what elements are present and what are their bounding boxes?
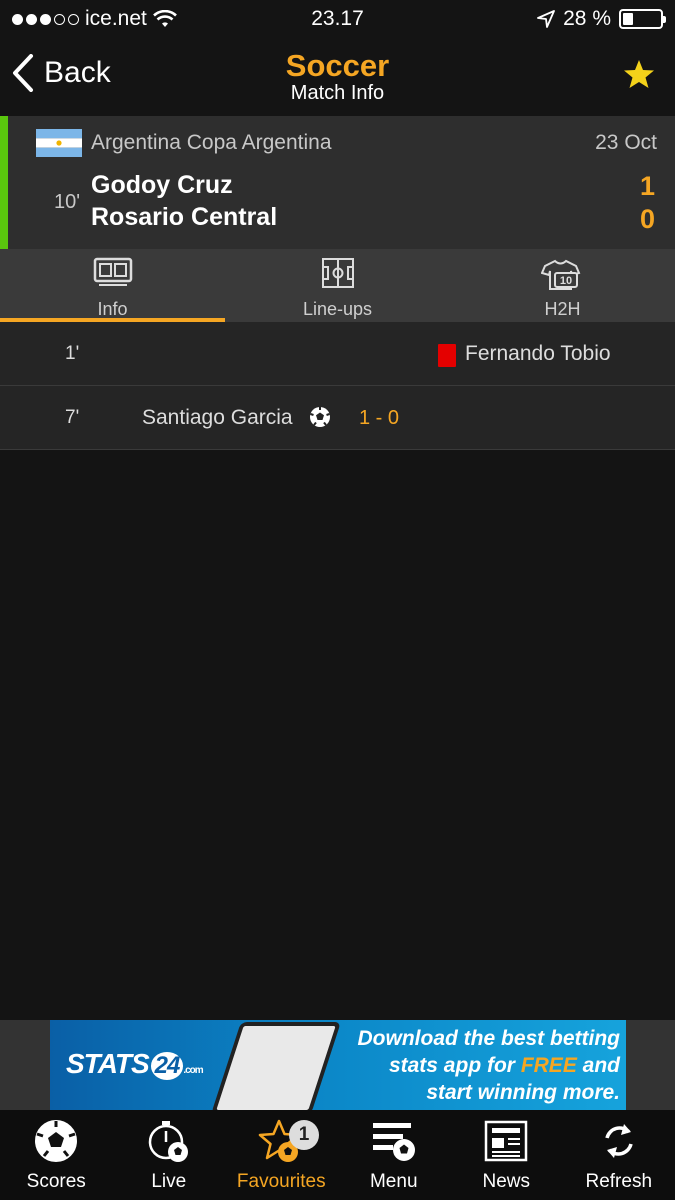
menu-ball-icon xyxy=(372,1123,415,1161)
tabbar-item-news[interactable]: News xyxy=(450,1110,563,1200)
location-arrow-icon xyxy=(537,10,556,28)
goal-score: 1 - 0 xyxy=(359,407,400,429)
navigation-bar: Back Soccer Match Info xyxy=(0,38,675,116)
live-indicator-bar xyxy=(0,116,8,249)
tab-h2h-label: H2H xyxy=(544,299,581,319)
match-date: 23 Oct xyxy=(595,131,657,154)
tabbar-label: Refresh xyxy=(585,1171,653,1192)
home-team-name: Godoy Cruz xyxy=(91,171,233,199)
match-header: Argentina Copa Argentina 23 Oct 10' Godo… xyxy=(0,116,675,249)
scoreboard-icon xyxy=(93,257,132,286)
ad-text: Download the best betting stats app for … xyxy=(320,1025,621,1106)
ad-brand-suffix: .com xyxy=(183,1065,203,1076)
stopwatch-ball-icon xyxy=(148,1121,188,1162)
refresh-icon xyxy=(605,1124,633,1158)
ad-banner[interactable]: STATS 24 .com Download the best betting st… xyxy=(0,1020,675,1110)
ad-line-2-b: and xyxy=(576,1054,620,1077)
argentina-flag-icon xyxy=(36,129,82,157)
jersey-icon: 10 xyxy=(540,257,580,290)
event-player: Santiago Garcia xyxy=(142,406,293,429)
bottom-tab-bar: Scores Live 1 Favourites Menu News Refre… xyxy=(0,1110,675,1200)
tabbar-item-refresh[interactable]: Refresh xyxy=(563,1110,675,1200)
battery-percent: 28 % xyxy=(563,7,611,30)
event-minute: 1' xyxy=(65,343,80,364)
away-score: 0 xyxy=(639,204,655,234)
tabbar-label: Menu xyxy=(369,1171,418,1192)
away-team-name: Rosario Central xyxy=(91,203,278,231)
match-events-list: 1' Fernando Tobio 7' Santiago Garcia 1 -… xyxy=(0,322,675,450)
favourites-count-badge: 1 xyxy=(289,1120,319,1150)
back-label: Back xyxy=(44,56,111,89)
tabbar-item-favourites[interactable]: 1 Favourites xyxy=(225,1110,338,1200)
tabbar-label: News xyxy=(482,1171,530,1192)
ad-banner-content[interactable]: STATS 24 .com Download the best betting st… xyxy=(50,1020,626,1110)
ad-brand-number: 24 xyxy=(150,1052,184,1080)
tab-line-ups[interactable]: Line-ups xyxy=(225,249,450,322)
ad-line-2-a: stats app for xyxy=(388,1054,521,1077)
red-card-icon xyxy=(438,344,456,367)
status-bar: ice.net 23.17 28 % xyxy=(0,0,675,38)
tab-line-ups-label: Line-ups xyxy=(302,299,373,319)
home-score: 1 xyxy=(639,171,655,201)
battery-icon xyxy=(619,9,666,29)
svg-text:10: 10 xyxy=(559,275,571,287)
tabbar-label: Favourites xyxy=(236,1171,326,1192)
tabbar-label: Scores xyxy=(26,1171,86,1192)
match-tabs: Info Line-ups 10 H2H xyxy=(0,249,675,322)
match-minute: 10' xyxy=(54,191,81,213)
event-player: Fernando Tobio xyxy=(465,342,611,365)
event-row: 1' Fernando Tobio xyxy=(0,322,675,386)
competition-name: Argentina Copa Argentina xyxy=(91,131,332,154)
tabbar-item-scores[interactable]: Scores xyxy=(0,1110,113,1200)
tab-h2h[interactable]: 10 H2H xyxy=(450,249,675,322)
ad-line-2: stats app for FREE and xyxy=(320,1052,620,1079)
back-button[interactable]: Back xyxy=(12,54,111,92)
soccer-ball-icon xyxy=(310,407,330,427)
pitch-icon xyxy=(321,258,354,288)
tab-info[interactable]: Info xyxy=(0,249,225,322)
favourite-star-icon[interactable] xyxy=(623,58,655,90)
ad-line-2-highlight: FREE xyxy=(520,1054,577,1077)
tabbar-label: Live xyxy=(151,1171,187,1192)
ad-line-3: start winning more. xyxy=(426,1081,620,1104)
soccer-ball-icon xyxy=(35,1120,78,1162)
newspaper-icon xyxy=(485,1120,528,1162)
tab-info-label: Info xyxy=(97,299,128,319)
ad-line-1: Download the best betting xyxy=(357,1027,621,1050)
ad-brand-text: STATS xyxy=(66,1048,150,1079)
event-row: 7' Santiago Garcia 1 - 0 xyxy=(0,386,675,450)
chevron-left-icon xyxy=(13,54,33,92)
event-minute: 7' xyxy=(65,407,80,428)
ad-logo: STATS 24 .com xyxy=(66,1048,204,1080)
tabbar-item-menu[interactable]: Menu xyxy=(338,1110,451,1200)
tabbar-item-live[interactable]: Live xyxy=(113,1110,226,1200)
